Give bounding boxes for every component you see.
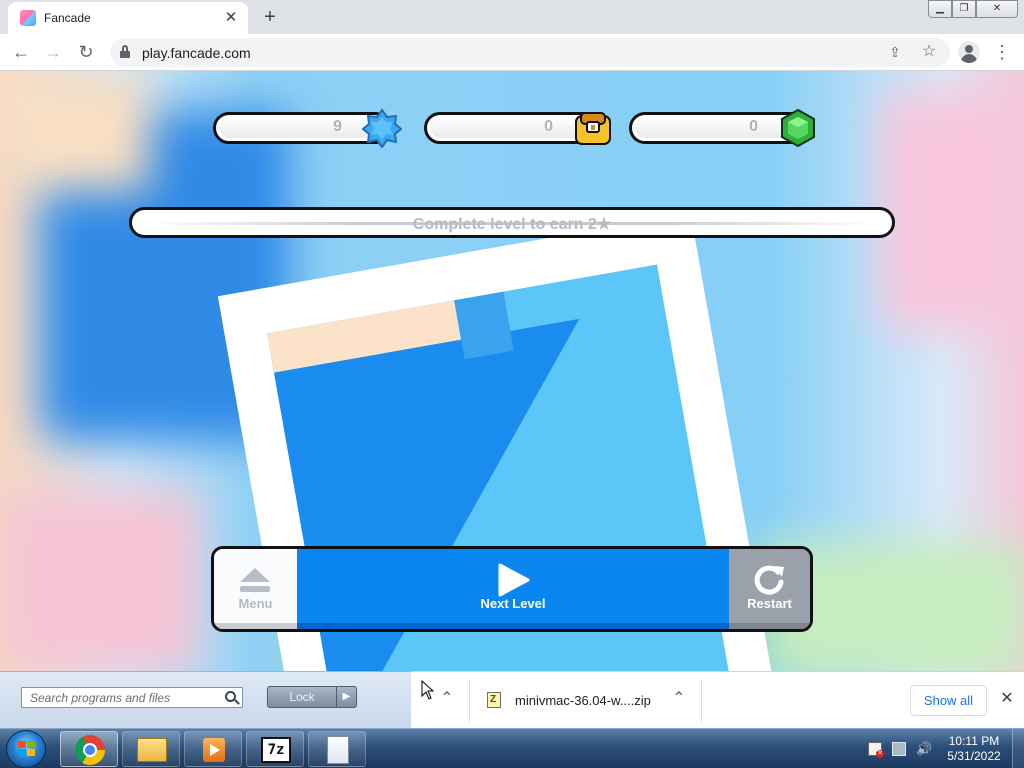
divider <box>469 680 470 722</box>
clock-date: 5/31/2022 <box>947 749 1001 763</box>
media-player-icon <box>203 738 225 762</box>
next-level-label: Next Level <box>480 596 546 611</box>
download-file-name[interactable]: minivmac-36.04-w....zip <box>515 693 651 708</box>
reload-icon[interactable]: ↻ <box>74 40 98 64</box>
star-badge-icon <box>362 108 402 148</box>
menu-label: Menu <box>238 596 273 611</box>
window-close-button[interactable]: ✕ <box>976 0 1018 18</box>
level-progress-bar: Complete level to earn 2★ <box>129 207 895 238</box>
lock-icon[interactable] <box>120 45 130 58</box>
close-download-bar-icon[interactable]: ✕ <box>997 688 1017 710</box>
download-bar: ⌃ minivmac-36.04-w....zip ⌃ Show all ✕ <box>411 671 1024 728</box>
chevron-up-icon[interactable]: ⌃ <box>437 688 457 710</box>
folder-icon <box>137 738 167 762</box>
browser-menu-icon[interactable]: ⋮ <box>992 40 1012 64</box>
7zip-icon: 7z <box>261 737 291 763</box>
window-restore-button[interactable]: ❐ <box>952 0 976 18</box>
taskbar: 7z ✕ 🔊 10:11 PM 5/31/2022 <box>0 728 1024 768</box>
taskbar-7zip[interactable]: 7z <box>246 731 304 767</box>
star-count: 9 <box>333 118 342 135</box>
volume-icon[interactable]: 🔊 <box>916 742 932 756</box>
chest-count: 0 <box>544 118 553 135</box>
start-menu-footer: Search programs and files Lock ▶ <box>0 671 411 728</box>
profile-avatar-icon[interactable] <box>958 41 980 63</box>
lock-label: Lock <box>289 690 315 704</box>
tab-strip: Fancade ✕ + ▁ ❐ ✕ <box>0 0 1024 34</box>
download-options-chevron-icon[interactable]: ⌃ <box>669 688 689 710</box>
zip-file-icon <box>487 692 501 708</box>
taskbar-notepad[interactable] <box>308 731 366 767</box>
share-icon[interactable]: ⇪ <box>884 41 906 63</box>
fancade-favicon-icon <box>20 10 36 26</box>
restart-label: Restart <box>747 596 792 611</box>
document-icon <box>327 736 349 764</box>
menu-button[interactable]: Menu <box>214 549 297 629</box>
play-icon <box>498 563 530 597</box>
show-desktop-button[interactable] <box>1012 729 1024 768</box>
eject-menu-icon <box>240 568 270 592</box>
windows-logo-icon <box>18 741 36 757</box>
url-text[interactable]: play.fancade.com <box>142 45 251 61</box>
start-search-input[interactable]: Search programs and files <box>21 687 243 708</box>
treasure-chest-icon <box>575 112 611 145</box>
network-icon[interactable] <box>892 742 906 756</box>
start-button[interactable] <box>6 730 46 768</box>
start-search-placeholder: Search programs and files <box>30 691 171 705</box>
gem-counter: 0 <box>629 108 815 148</box>
tab-fancade[interactable]: Fancade ✕ <box>8 2 248 34</box>
progress-text: Complete level to earn 2★ <box>412 216 612 233</box>
chrome-icon <box>75 735 105 765</box>
search-icon[interactable] <box>225 691 236 702</box>
divider <box>701 680 702 722</box>
game-canvas[interactable]: 9 0 0 Complete level to earn 2★ Menu Nex… <box>0 71 1024 671</box>
tab-title: Fancade <box>44 11 91 25</box>
shutdown-options-arrow-icon[interactable]: ▶ <box>336 687 356 707</box>
gem-count: 0 <box>749 118 758 135</box>
window-minimize-button[interactable]: ▁ <box>928 0 952 18</box>
taskbar-explorer[interactable] <box>122 731 180 767</box>
green-gem-icon <box>781 108 815 148</box>
back-arrow-icon[interactable]: ← <box>9 40 33 64</box>
star-counter: 9 <box>213 108 402 148</box>
browser-toolbar: ← → ↻ play.fancade.com ⇪ ☆ ⋮ <box>0 34 1024 71</box>
screen: Fancade ✕ + ▁ ❐ ✕ ← → ↻ play.fancade.com… <box>0 0 1024 768</box>
action-center-flag-icon[interactable]: ✕ <box>868 742 884 758</box>
bookmark-star-icon[interactable]: ☆ <box>918 41 940 63</box>
restart-button[interactable]: Restart <box>729 549 810 629</box>
level-actions-panel: Menu Next Level Restart <box>211 546 813 632</box>
forward-arrow-icon[interactable]: → <box>41 40 65 64</box>
show-all-button[interactable]: Show all <box>910 685 987 716</box>
tab-close-icon[interactable]: ✕ <box>222 9 240 27</box>
restart-icon <box>754 565 784 595</box>
clock-time: 10:11 PM <box>948 734 1000 748</box>
next-level-button[interactable]: Next Level <box>297 549 729 629</box>
lock-button[interactable]: Lock ▶ <box>267 686 357 708</box>
taskbar-chrome[interactable] <box>60 731 118 767</box>
taskbar-media-player[interactable] <box>184 731 242 767</box>
new-tab-button[interactable]: + <box>258 5 282 29</box>
address-bar[interactable]: play.fancade.com ⇪ ☆ <box>110 38 950 67</box>
system-clock[interactable]: 10:11 PM 5/31/2022 <box>942 734 1006 764</box>
mouse-cursor-icon <box>421 680 435 700</box>
chest-counter: 0 <box>424 112 611 145</box>
